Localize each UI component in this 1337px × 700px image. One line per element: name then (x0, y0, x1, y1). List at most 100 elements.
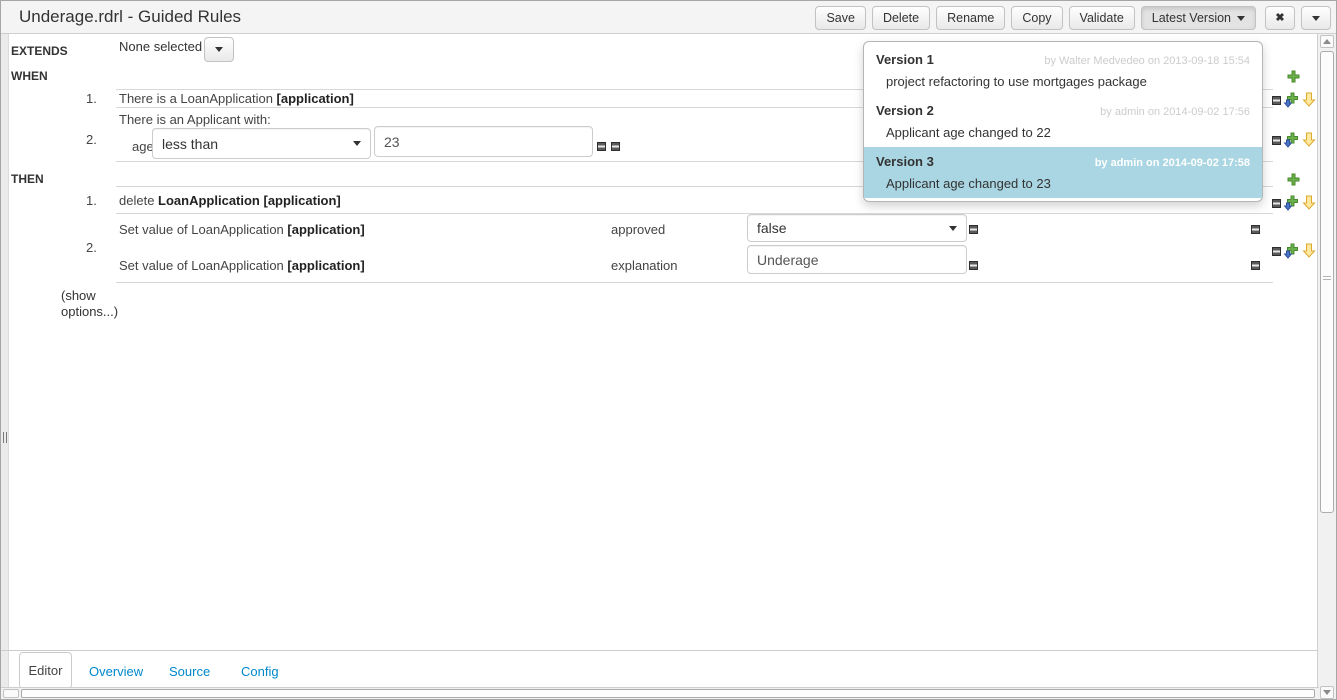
version-title: Version 2 (876, 103, 934, 118)
move-row-down-button[interactable] (1302, 92, 1316, 107)
rename-button[interactable]: Rename (936, 6, 1005, 30)
explanation-input[interactable] (747, 245, 967, 274)
field-options-button[interactable] (969, 261, 978, 270)
action-binding: [application] (287, 258, 364, 273)
scroll-down-button[interactable] (1320, 686, 1334, 699)
tab-overview[interactable]: Overview (89, 664, 143, 679)
horizontal-scrollbar[interactable] (1, 687, 1319, 699)
pattern-text: There is a LoanApplication (119, 91, 277, 106)
version-item-header: Version 1 by Walter Medvedeo on 2013-09-… (876, 52, 1250, 67)
down-arrow-icon (1302, 132, 1316, 147)
vertical-scrollbar[interactable] (1317, 34, 1336, 700)
toolbar: Save Delete Rename Copy Validate Latest … (815, 6, 1331, 30)
then-row-action: delete LoanApplication [application] (119, 193, 341, 208)
tab-source[interactable]: Source (169, 664, 210, 679)
then-label: THEN (11, 172, 44, 186)
when-label: WHEN (11, 69, 48, 83)
move-row-down-button[interactable] (1302, 132, 1316, 147)
version-item[interactable]: Version 1 by Walter Medvedeo on 2013-09-… (864, 45, 1262, 96)
add-row-below-button[interactable] (1283, 132, 1300, 148)
show-options-link[interactable]: (show options...) (61, 288, 125, 320)
field-options-button[interactable] (1251, 225, 1260, 234)
vertical-scrollbar-thumb[interactable] (1320, 51, 1334, 513)
plus-arrow-icon (1283, 92, 1300, 108)
row-number: 1. (86, 193, 97, 208)
move-row-down-button[interactable] (1302, 243, 1316, 258)
version-description: Applicant age changed to 22 (876, 125, 1250, 140)
version-description: project refactoring to use mortgages pac… (876, 74, 1250, 89)
close-icon: ✖ (1275, 13, 1284, 24)
copy-button[interactable]: Copy (1011, 6, 1062, 30)
tab-config[interactable]: Config (241, 664, 279, 679)
plus-icon (1287, 70, 1300, 83)
version-title: Version 3 (876, 154, 934, 169)
row-divider (116, 282, 1273, 283)
tab-editor[interactable]: Editor (19, 652, 72, 689)
version-title: Version 1 (876, 52, 934, 67)
close-button[interactable]: ✖ (1265, 6, 1295, 30)
save-button[interactable]: Save (815, 6, 866, 30)
add-action-button[interactable] (1287, 173, 1300, 186)
row-options-button[interactable] (1272, 96, 1281, 105)
action-text: Set value of LoanApplication (119, 258, 287, 273)
extends-value: None selected (119, 39, 202, 54)
version-history-dropdown: Version 1 by Walter Medvedeo on 2013-09-… (863, 41, 1263, 202)
triangle-up-icon (1323, 39, 1331, 44)
splitter-handle[interactable] (1, 34, 9, 690)
caret-down-icon (353, 141, 361, 146)
field-options-button[interactable] (597, 142, 606, 151)
page-title: Underage.rdrl - Guided Rules (19, 7, 241, 27)
row-number: 1. (86, 91, 97, 106)
age-value-input[interactable] (374, 126, 593, 157)
version-meta: by admin on 2014-09-02 17:56 (1100, 106, 1250, 118)
version-meta: by Walter Medvedeo on 2013-09-18 15:54 (1044, 55, 1250, 67)
field-label-approved: approved (611, 222, 665, 237)
field-options-button[interactable] (1251, 261, 1260, 270)
down-arrow-icon (1302, 243, 1316, 258)
add-row-below-button[interactable] (1283, 92, 1300, 108)
action-text: Set value of LoanApplication (119, 222, 287, 237)
operator-value: less than (162, 136, 218, 152)
triangle-down-icon (1323, 690, 1331, 695)
delete-button[interactable]: Delete (872, 6, 930, 30)
version-item-header: Version 3 by admin on 2014-09-02 17:58 (876, 154, 1250, 169)
move-row-down-button[interactable] (1302, 195, 1316, 210)
set-value-action: Set value of LoanApplication [applicatio… (119, 258, 365, 273)
scroll-left-button[interactable] (3, 689, 19, 698)
approved-select[interactable]: false (747, 214, 967, 242)
plus-arrow-icon (1283, 195, 1300, 211)
horizontal-scrollbar-thumb[interactable] (21, 689, 1315, 698)
scrollbar-grip-icon (1323, 276, 1331, 282)
action-binding: [application] (287, 222, 364, 237)
add-row-below-button[interactable] (1283, 195, 1300, 211)
field-options-button[interactable] (611, 142, 620, 151)
row-options-button[interactable] (1272, 247, 1281, 256)
version-description: Applicant age changed to 23 (876, 176, 1250, 191)
add-row-below-button[interactable] (1283, 243, 1300, 259)
row-options-button[interactable] (1272, 199, 1281, 208)
version-item[interactable]: Version 2 by admin on 2014-09-02 17:56 A… (864, 96, 1262, 147)
caret-down-icon (949, 226, 957, 231)
row-options-button[interactable] (1272, 136, 1281, 145)
row-number: 2. (86, 132, 97, 147)
down-arrow-icon (1302, 195, 1316, 210)
latest-version-button[interactable]: Latest Version (1141, 6, 1256, 30)
validate-button[interactable]: Validate (1069, 6, 1135, 30)
action-text: delete (119, 193, 158, 208)
field-label-explanation: explanation (611, 258, 678, 273)
plus-arrow-icon (1283, 243, 1300, 259)
operator-select[interactable]: less than (152, 128, 371, 159)
approved-value: false (757, 220, 787, 236)
extends-label: EXTENDS (11, 44, 68, 58)
field-options-button[interactable] (969, 225, 978, 234)
version-meta: by admin on 2014-09-02 17:58 (1095, 157, 1250, 169)
grip-icon (3, 432, 7, 443)
extends-dropdown-button[interactable] (204, 37, 234, 62)
scroll-up-button[interactable] (1320, 35, 1334, 48)
when-row-pattern: There is a LoanApplication [application] (119, 91, 354, 106)
latest-version-label: Latest Version (1152, 11, 1231, 25)
panel-menu-button[interactable] (1301, 6, 1331, 30)
version-item-selected[interactable]: Version 3 by admin on 2014-09-02 17:58 A… (864, 147, 1262, 198)
add-condition-button[interactable] (1287, 70, 1300, 83)
down-arrow-icon (1302, 92, 1316, 107)
